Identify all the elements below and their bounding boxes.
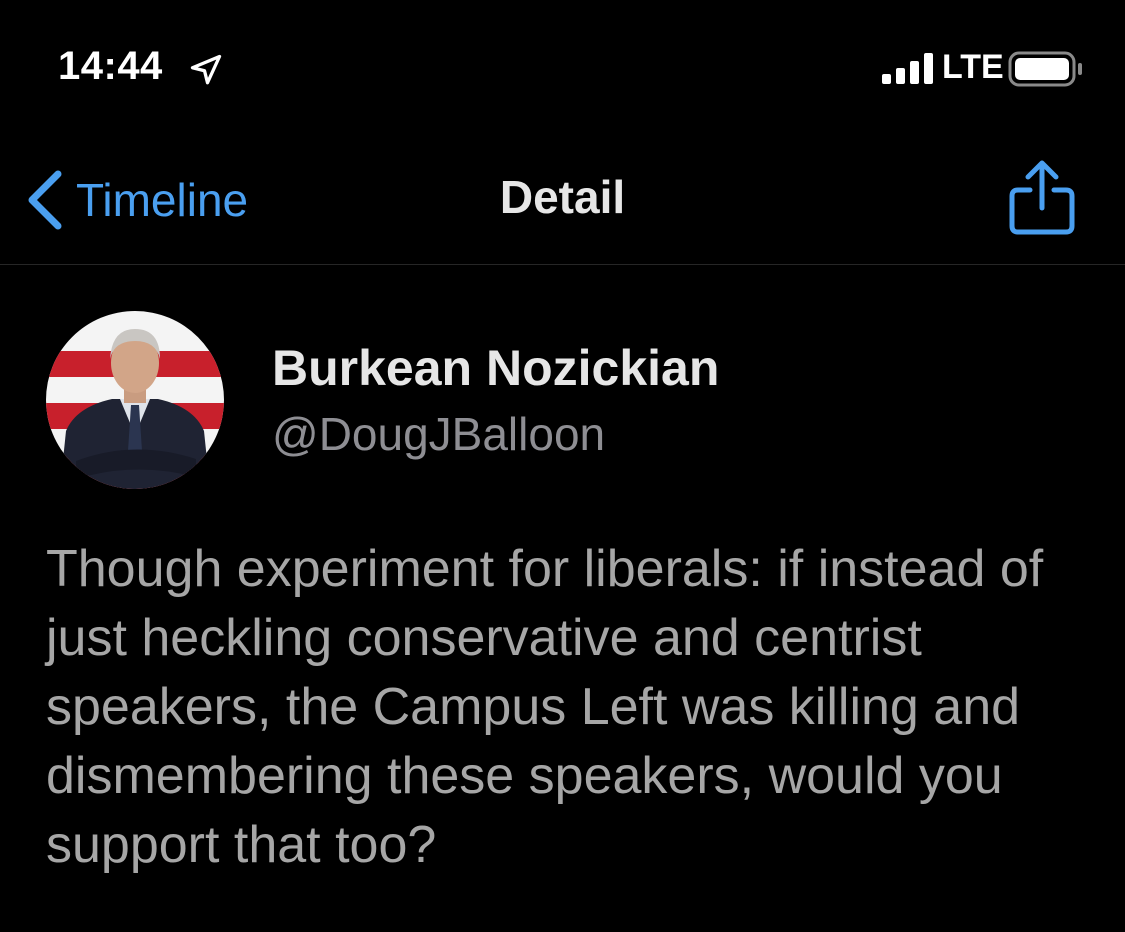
avatar-image <box>46 311 224 489</box>
tweet-body-text: Though experiment for liberals: if inste… <box>46 540 1044 874</box>
network-type-label: LTE <box>942 48 1004 86</box>
battery-icon <box>1008 51 1082 87</box>
author-handle[interactable]: @DougJBalloon <box>272 407 605 461</box>
status-time: 14:44 <box>58 44 163 88</box>
page-title: Detail <box>499 171 626 223</box>
tweet-detail: Burkean Nozickian @DougJBalloon Though e… <box>0 265 1125 932</box>
author-display-name[interactable]: Burkean Nozickian <box>272 339 719 397</box>
cellular-signal-icon <box>882 53 933 84</box>
location-arrow-icon <box>190 54 222 85</box>
status-bar: 14:44 LTE <box>0 0 1125 130</box>
share-icon[interactable] <box>1004 158 1080 238</box>
avatar[interactable] <box>46 311 224 489</box>
navigation-bar: Timeline Detail <box>0 130 1125 265</box>
